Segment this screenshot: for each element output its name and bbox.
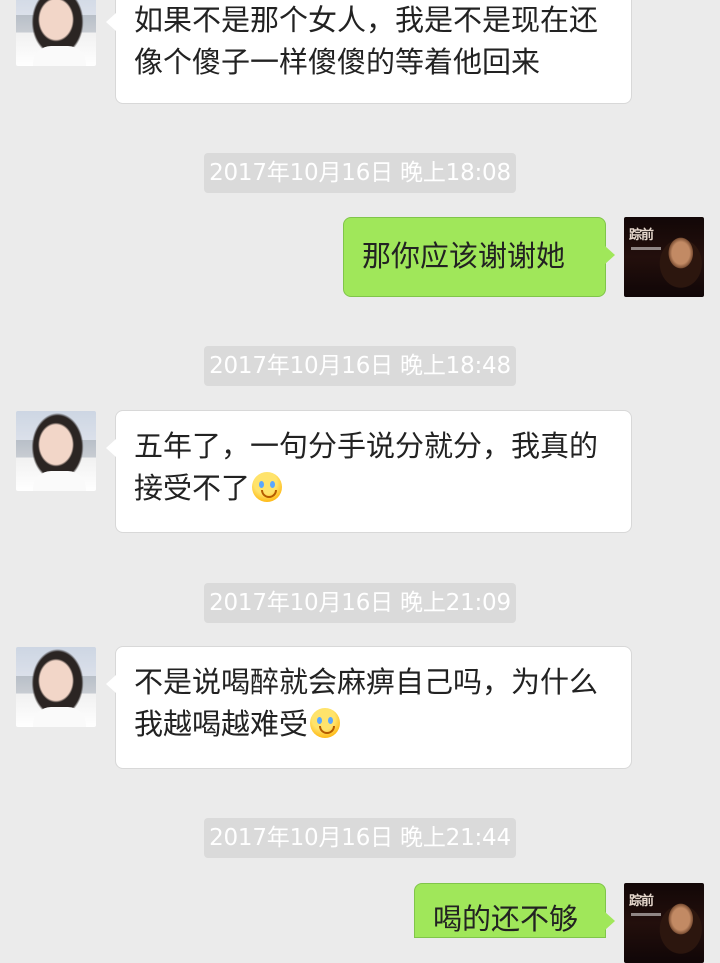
message-bubble-incoming-1[interactable]: 如果不是那个女人，我是不是现在还像个傻子一样傻傻的等着他回来 [106, 0, 632, 104]
crying-face-icon [310, 708, 341, 738]
female-avatar-icon[interactable] [16, 411, 96, 491]
timestamp-text: 2017年10月16日 晚上21:09 [209, 590, 511, 616]
timestamp-text: 2017年10月16日 晚上18:08 [209, 160, 511, 186]
timestamp-2: 2017年10月16日 晚上18:48 [204, 346, 516, 386]
message-text: 那你应该谢谢她 [362, 239, 566, 273]
male-avatar-icon[interactable]: 踪前 [624, 883, 704, 963]
message-bubble-incoming-2[interactable]: 五年了，一句分手说分就分，我真的接受不了 [106, 410, 632, 533]
message-text: 五年了，一句分手说分就分，我真的接受不了 [134, 429, 599, 505]
message-bubble-outgoing-2[interactable]: 喝的还不够 [414, 883, 615, 938]
female-avatar-icon[interactable] [16, 647, 96, 727]
avatar-decoration [631, 247, 661, 250]
avatar-decoration [631, 913, 661, 916]
message-text: 如果不是那个女人，我是不是现在还像个傻子一样傻傻的等着他回来 [134, 3, 599, 79]
message-bubble-incoming-3[interactable]: 不是说喝醉就会麻痹自己吗，为什么我越喝越难受 [106, 646, 632, 769]
chat-thread: 如果不是那个女人，我是不是现在还像个傻子一样傻傻的等着他回来 2017年10月1… [0, 0, 720, 963]
timestamp-4: 2017年10月16日 晚上21:44 [204, 818, 516, 858]
crying-face-icon [252, 472, 283, 502]
avatar-logo-text: 踪前 [629, 228, 654, 243]
timestamp-3: 2017年10月16日 晚上21:09 [204, 583, 516, 623]
avatar-logo-text: 踪前 [629, 894, 654, 909]
message-text: 不是说喝醉就会麻痹自己吗，为什么我越喝越难受 [134, 665, 599, 741]
female-avatar-icon[interactable] [16, 0, 96, 66]
timestamp-1: 2017年10月16日 晚上18:08 [204, 153, 516, 193]
message-text: 喝的还不够 [433, 902, 579, 936]
male-avatar-icon[interactable]: 踪前 [624, 217, 704, 297]
timestamp-text: 2017年10月16日 晚上21:44 [209, 825, 511, 851]
timestamp-text: 2017年10月16日 晚上18:48 [209, 353, 511, 379]
message-bubble-outgoing-1[interactable]: 那你应该谢谢她 [343, 217, 615, 297]
